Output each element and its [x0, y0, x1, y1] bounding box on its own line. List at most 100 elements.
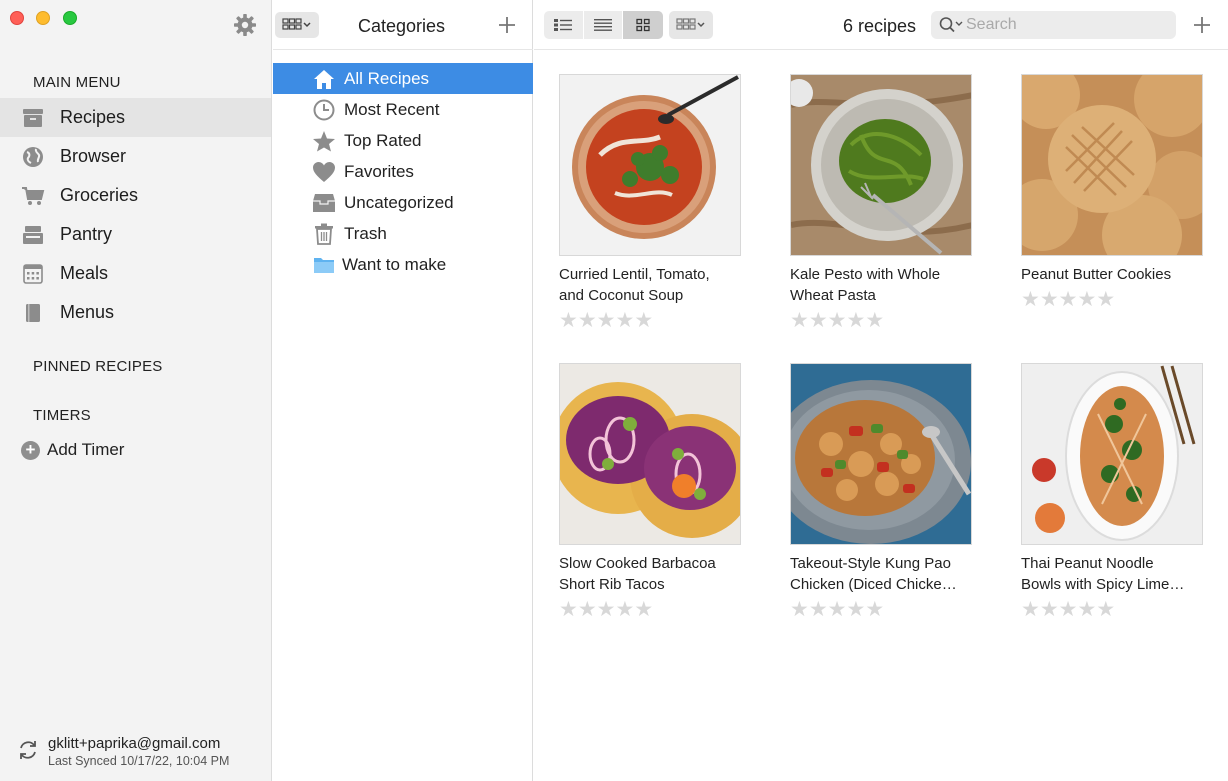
recipe-photo-soup [559, 74, 741, 256]
plus-circle-icon: + [21, 440, 40, 460]
globe-icon [21, 146, 45, 168]
category-label: Top Rated [344, 130, 422, 150]
sidebar-item-browser[interactable]: Browser [0, 137, 271, 176]
categories-header: Categories [273, 0, 533, 50]
sidebar-item-label: Meals [60, 263, 109, 283]
star-icon [312, 129, 336, 153]
category-label: Most Recent [344, 99, 440, 119]
trash-icon [312, 222, 336, 246]
sort-menu-button[interactable] [669, 11, 713, 39]
minimize-window-button[interactable] [36, 11, 50, 25]
grid-view-button[interactable] [623, 11, 663, 39]
add-timer-button[interactable]: + Add Timer [21, 440, 124, 460]
recipe-photo-pesto-pasta [790, 74, 972, 256]
category-favorites[interactable]: Favorites [273, 156, 533, 187]
clock-icon [312, 98, 336, 122]
recipe-title-line: Wheat Pasta [790, 287, 876, 304]
star-rating[interactable]: ★ ★ ★ ★ ★ [559, 310, 741, 332]
sync-icon[interactable] [17, 739, 39, 761]
add-recipe-button[interactable] [1192, 15, 1212, 35]
recipe-photo-cookies [1021, 74, 1203, 256]
recipe-title-line: Bowls with Spicy Lime… [1021, 576, 1185, 593]
category-label: Trash [344, 223, 387, 243]
detailed-list-view-button[interactable] [544, 11, 584, 39]
recipe-title-line: Thai Peanut Noodle [1021, 555, 1154, 572]
recipe-card[interactable]: Slow Cooked Barbacoa Short Rib Tacos ★ ★ ★… [559, 363, 741, 621]
grid-icon [636, 18, 650, 32]
sidebar-item-label: Groceries [60, 185, 139, 205]
timers-heading: TIMERS [33, 407, 91, 424]
recipe-title-line: Peanut Butter Cookies [1021, 266, 1172, 283]
recipe-count: 6 recipes [843, 16, 917, 36]
search-input[interactable] [966, 16, 1166, 34]
star-rating[interactable]: ★ ★ ★ ★ ★ [790, 599, 972, 621]
category-want-to-make[interactable]: Want to make [273, 249, 533, 280]
book-icon [21, 302, 45, 324]
list-view-button[interactable] [584, 11, 624, 39]
last-synced-text: Last Synced 10/17/22, 10:04 PM [48, 754, 230, 768]
recipe-box-icon [21, 107, 45, 129]
sync-status: gklitt+paprika@gmail.com Last Synced 10/… [17, 735, 229, 768]
sidebar-item-meals[interactable]: Meals [0, 254, 271, 293]
grid-dropdown-icon [282, 18, 311, 30]
search-field[interactable] [931, 11, 1176, 39]
recipe-title-line: Kale Pesto with Whole [790, 266, 941, 283]
close-window-button[interactable] [10, 11, 24, 25]
sidebar-item-label: Pantry [60, 224, 113, 244]
category-most-recent[interactable]: Most Recent [273, 94, 533, 125]
view-mode-segmented-control [544, 11, 663, 39]
recipe-photo-kung-pao [790, 363, 972, 545]
sidebar-item-pantry[interactable]: Pantry [0, 215, 271, 254]
main-menu-heading: MAIN MENU [33, 74, 121, 91]
star-rating[interactable]: ★ ★ ★ ★ ★ [1021, 289, 1203, 311]
category-all-recipes[interactable]: All Recipes [273, 63, 533, 94]
recipe-card[interactable]: Curried Lentil, Tomato, and Coconut Soup… [559, 74, 741, 332]
category-trash[interactable]: Trash [273, 218, 533, 249]
pantry-icon [21, 224, 45, 246]
category-label: Favorites [344, 161, 414, 181]
zoom-window-button[interactable] [63, 11, 77, 25]
sidebar-item-label: Menus [60, 302, 115, 322]
cart-icon [21, 185, 45, 207]
star-rating[interactable]: ★ ★ ★ ★ ★ [559, 599, 741, 621]
recipe-card[interactable]: Kale Pesto with Whole Wheat Pasta ★ ★ ★ ★ ★ [790, 74, 972, 332]
add-category-button[interactable] [497, 15, 517, 35]
recipe-title-line: Curried Lentil, Tomato, [559, 266, 710, 283]
sidebar-item-groceries[interactable]: Groceries [0, 176, 271, 215]
category-uncategorized[interactable]: Uncategorized [273, 187, 533, 218]
recipe-title-line: Takeout-Style Kung Pao [790, 555, 951, 572]
sidebar-item-label: Recipes [60, 107, 126, 127]
sidebar-item-recipes[interactable]: Recipes [0, 98, 271, 137]
recipe-card[interactable]: Takeout-Style Kung Pao Chicken (Diced Ch… [790, 363, 972, 621]
recipe-title-line: Slow Cooked Barbacoa [559, 555, 716, 572]
search-icon [938, 15, 966, 35]
folder-icon [312, 253, 336, 277]
recipes-main: 6 recipes Curried Lentil [534, 0, 1228, 781]
sidebar-item-menus[interactable]: Menus [0, 293, 271, 332]
sidebar-item-label: Browser [60, 146, 127, 166]
grid-dropdown-icon [676, 18, 705, 30]
home-icon [312, 67, 336, 91]
star-rating[interactable]: ★ ★ ★ ★ ★ [1021, 599, 1203, 621]
tray-icon [312, 191, 336, 215]
recipe-card[interactable]: Thai Peanut Noodle Bowls with Spicy Lime… [1021, 363, 1203, 621]
recipe-title-line: Chicken (Diced Chicke… [790, 576, 957, 593]
categories-title: Categories [358, 16, 446, 36]
list-icon [594, 19, 612, 31]
recipe-card[interactable]: Peanut Butter Cookies ★ ★ ★ ★ ★ [1021, 74, 1203, 311]
account-email: gklitt+paprika@gmail.com [48, 735, 221, 752]
recipe-title-line: Short Rib Tacos [559, 576, 665, 593]
recipe-title-line: and Coconut Soup [559, 287, 684, 304]
category-top-rated[interactable]: Top Rated [273, 125, 533, 156]
recipe-photo-tacos [559, 363, 741, 545]
category-label: Want to make [342, 254, 447, 274]
categories-panel: Categories All Recipes Most Recent Top R… [273, 0, 533, 781]
sidebar: MAIN MENU Recipes Browser Groceries Pant… [0, 0, 272, 781]
star-rating[interactable]: ★ ★ ★ ★ ★ [790, 310, 972, 332]
category-view-menu-button[interactable] [275, 12, 319, 38]
heart-icon [312, 160, 336, 184]
category-label: All Recipes [344, 68, 430, 88]
toolbar: 6 recipes [534, 0, 1228, 50]
gear-icon[interactable] [233, 13, 257, 37]
pinned-recipes-heading: PINNED RECIPES [33, 358, 163, 375]
